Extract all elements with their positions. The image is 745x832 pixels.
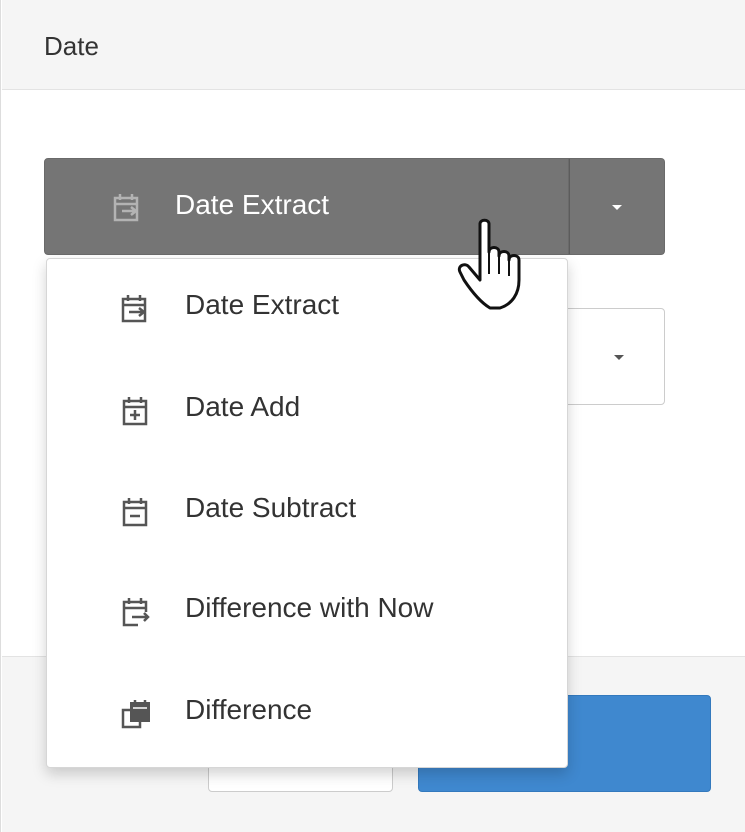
menu-item-label: Difference with Now [185,592,434,623]
menu-item-label: Date Extract [185,289,340,320]
menu-item-label: Difference [185,694,313,725]
caret-down-icon [614,355,624,360]
menu-item-difference-with-now[interactable]: Difference with Now [47,562,567,662]
calendar-difference-now-icon [122,598,150,627]
menu-item-label: Date Add [185,391,301,422]
menu-item-label: Date Subtract [185,492,357,523]
calendar-subtract-icon [122,498,148,527]
menu-item-date-subtract[interactable]: Date Subtract [47,462,567,562]
calendar-add-icon [122,397,148,426]
calendar-extract-icon [121,295,147,323]
menu-item-difference[interactable]: Difference [47,664,567,764]
calendar-extract-icon [113,194,139,222]
calendar-difference-icon [121,700,150,729]
panel-header: Date [2,0,745,90]
caret-down-icon [612,205,622,210]
hand-pointer-cursor-icon [457,218,521,310]
panel-title: Date [44,31,99,61]
menu-item-date-add[interactable]: Date Add [47,361,567,461]
date-panel: Date Date Extract ply [0,0,745,832]
date-function-dropdown-toggle[interactable] [569,158,665,255]
date-function-menu: Date Extract Date Add Date Subtract Diff… [46,258,568,768]
date-function-button-label: Date Extract [175,189,330,220]
